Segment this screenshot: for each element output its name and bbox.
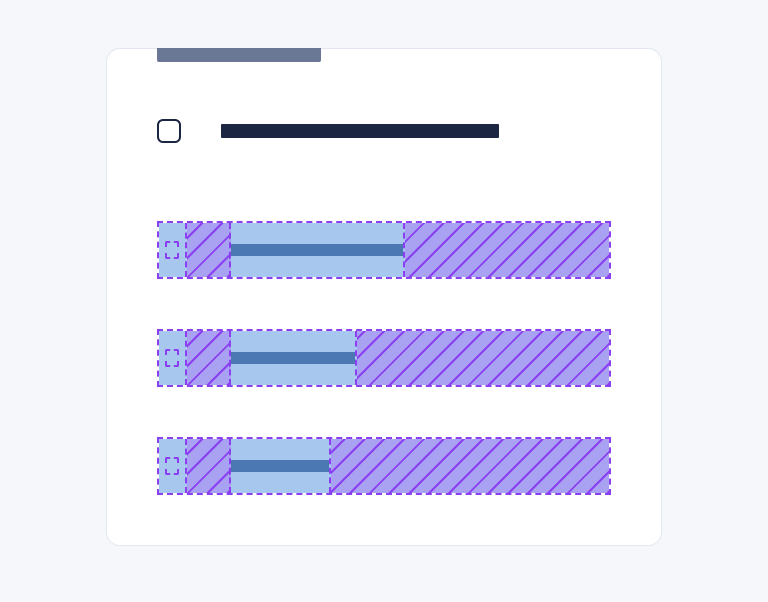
row-icon-cell (187, 439, 231, 493)
spacer (157, 279, 611, 329)
row-fill-cell (331, 439, 609, 493)
row-icon-cell (187, 331, 231, 385)
page-title (221, 124, 499, 138)
row-label-cell (231, 439, 331, 493)
row-label (231, 244, 403, 256)
spacer (157, 171, 611, 221)
list-row[interactable] (157, 437, 611, 495)
row-checkbox-cell[interactable] (159, 223, 187, 277)
header-row (157, 119, 611, 143)
row-checkbox[interactable] (165, 241, 179, 259)
select-all-checkbox[interactable] (157, 119, 181, 143)
row-label-cell (231, 331, 357, 385)
card-panel (106, 48, 662, 546)
row-checkbox-cell[interactable] (159, 331, 187, 385)
row-label-cell (231, 223, 405, 277)
active-tab[interactable] (157, 48, 321, 62)
row-fill-cell (357, 331, 609, 385)
row-icon-cell (187, 223, 231, 277)
list-area (157, 171, 611, 495)
row-label (231, 460, 329, 472)
row-label (231, 352, 355, 364)
list-row[interactable] (157, 329, 611, 387)
row-fill-cell (405, 223, 609, 277)
row-checkbox[interactable] (165, 349, 179, 367)
list-row[interactable] (157, 221, 611, 279)
row-checkbox[interactable] (165, 457, 179, 475)
spacer (157, 387, 611, 437)
row-checkbox-cell[interactable] (159, 439, 187, 493)
